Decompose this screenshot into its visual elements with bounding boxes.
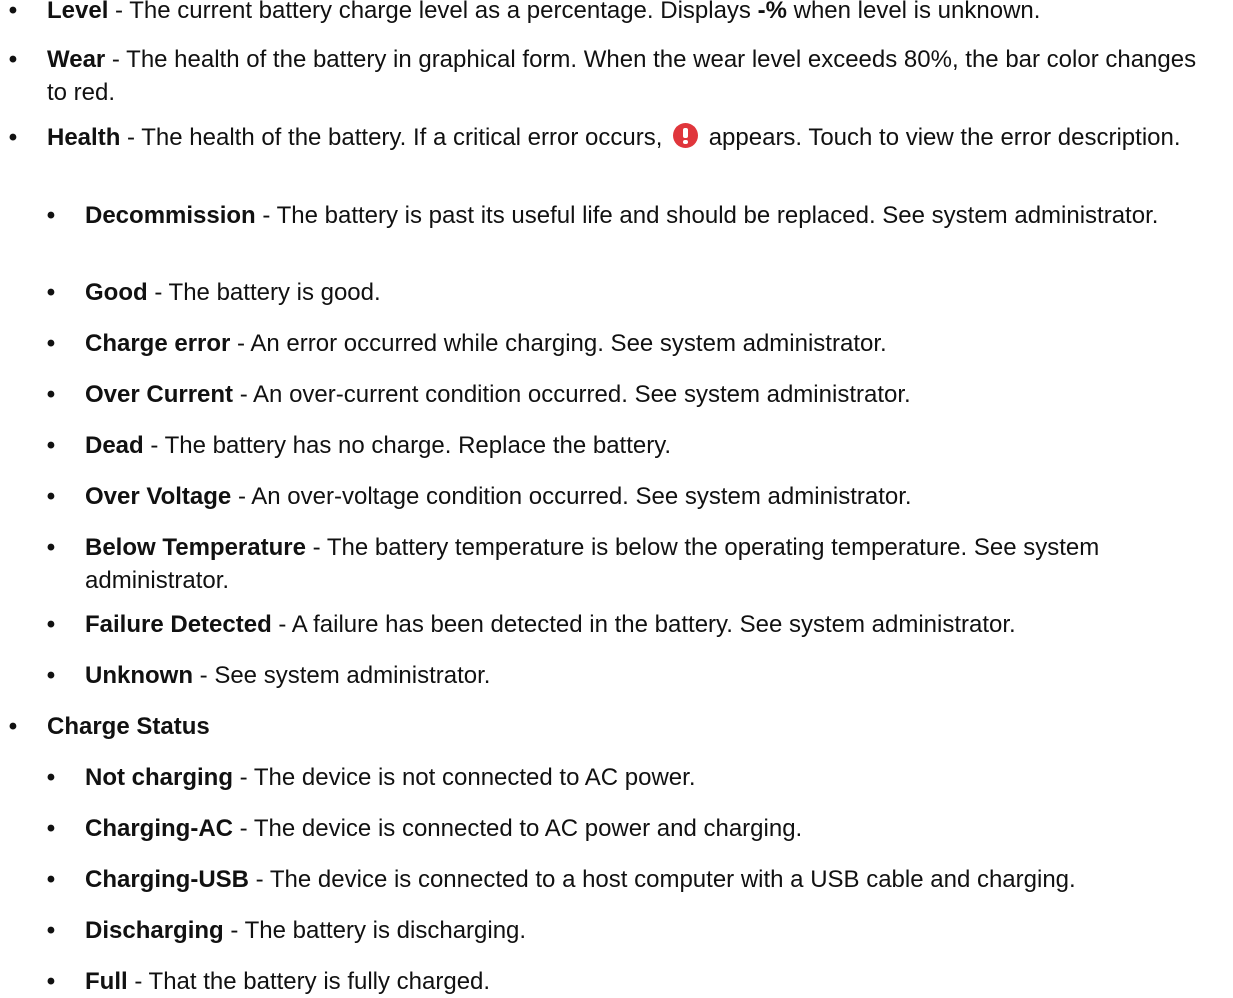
term-label: Wear: [47, 46, 106, 73]
item-text: Not charging - The device is not connect…: [85, 761, 1213, 794]
item-description: - An error occurred while charging. See …: [230, 330, 887, 357]
term-label: Charging-USB: [85, 866, 249, 893]
item-description: - The health of the battery in graphical…: [47, 46, 1197, 106]
bullet: •: [8, 124, 18, 151]
bullet: •: [46, 662, 56, 689]
item-text: Over Current - An over-current condition…: [85, 378, 1213, 411]
term-label: Failure Detected: [85, 611, 272, 638]
term-label: Charge error: [85, 330, 231, 357]
item-description: - See system administrator.: [193, 662, 491, 689]
bullet: •: [8, 0, 18, 24]
bullet: •: [46, 279, 56, 306]
bullet: •: [46, 815, 56, 842]
item-text: Level - The current battery charge level…: [47, 0, 1213, 27]
bullet: •: [46, 866, 56, 893]
bullet: •: [46, 764, 56, 791]
term-label: Not charging: [85, 764, 233, 791]
item-text: Health - The health of the battery. If a…: [47, 121, 1213, 154]
term-label: Health: [47, 124, 121, 151]
item-description: - The battery has no charge. Replace the…: [143, 432, 672, 459]
item-text: Charge error - An error occurred while c…: [85, 327, 1213, 360]
item-description: - The health of the battery. If a critic…: [120, 124, 670, 151]
term-label: Good: [85, 279, 148, 306]
item-text: Full - That the battery is fully charged…: [85, 965, 1213, 998]
term-label: Over Current: [85, 381, 234, 408]
item-text: Unknown - See system administrator.: [85, 659, 1213, 692]
error-exclamation-icon: [673, 123, 699, 148]
term-label: Decommission: [85, 202, 256, 229]
bullet: •: [46, 534, 56, 561]
term-label: Discharging: [85, 917, 224, 944]
item-description: - The battery is discharging.: [223, 917, 527, 944]
item-description: - A failure has been detected in the bat…: [271, 611, 1016, 638]
term-label: Unknown: [85, 662, 193, 689]
item-text: Decommission - The battery is past its u…: [85, 199, 1213, 232]
term-label: Charging-AC: [85, 815, 233, 842]
term-label: Dead: [85, 432, 144, 459]
bullet: •: [46, 611, 56, 638]
item-text: Over Voltage - An over-voltage condition…: [85, 480, 1213, 513]
item-text: Below Temperature - The battery temperat…: [85, 531, 1213, 597]
term-label: Over Voltage: [85, 483, 232, 510]
bullet: •: [46, 483, 56, 510]
item-text: Dead - The battery has no charge. Replac…: [85, 429, 1213, 462]
bullet: •: [46, 330, 56, 357]
item-description: - The current battery charge level as a …: [108, 0, 758, 24]
bullet: •: [46, 432, 56, 459]
term-label: Below Temperature: [85, 534, 306, 561]
item-description: - The device is not connected to AC powe…: [233, 764, 696, 791]
item-description: when level is unknown.: [786, 0, 1041, 24]
bullet: •: [8, 713, 18, 740]
level-unknown-value: -%: [757, 0, 787, 24]
term-label: Level: [47, 0, 109, 24]
item-description: - The device is connected to a host comp…: [249, 866, 1076, 893]
item-text: Charge Status: [47, 710, 1213, 743]
bullet: •: [46, 202, 56, 229]
item-description: - An over-current condition occurred. Se…: [233, 381, 911, 408]
item-text: Wear - The health of the battery in grap…: [47, 43, 1213, 109]
item-description: - The battery is past its useful life an…: [255, 202, 1159, 229]
item-text: Charging-USB - The device is connected t…: [85, 863, 1213, 896]
item-description: - That the battery is fully charged.: [127, 968, 491, 995]
item-text: Charging-AC - The device is connected to…: [85, 812, 1213, 845]
bullet: •: [8, 46, 18, 73]
bullet: •: [46, 917, 56, 944]
term-label: Charge Status: [47, 713, 210, 740]
item-text: Discharging - The battery is discharging…: [85, 914, 1213, 947]
item-description: - An over-voltage condition occurred. Se…: [231, 483, 912, 510]
item-text: Good - The battery is good.: [85, 276, 1213, 309]
item-description: - The battery is good.: [147, 279, 381, 306]
bullet: •: [46, 381, 56, 408]
item-description: appears. Touch to view the error descrip…: [702, 124, 1181, 151]
item-description: - The device is connected to AC power an…: [232, 815, 803, 842]
bullet: •: [46, 968, 56, 995]
item-text: Failure Detected - A failure has been de…: [85, 608, 1213, 641]
term-label: Full: [85, 968, 128, 995]
